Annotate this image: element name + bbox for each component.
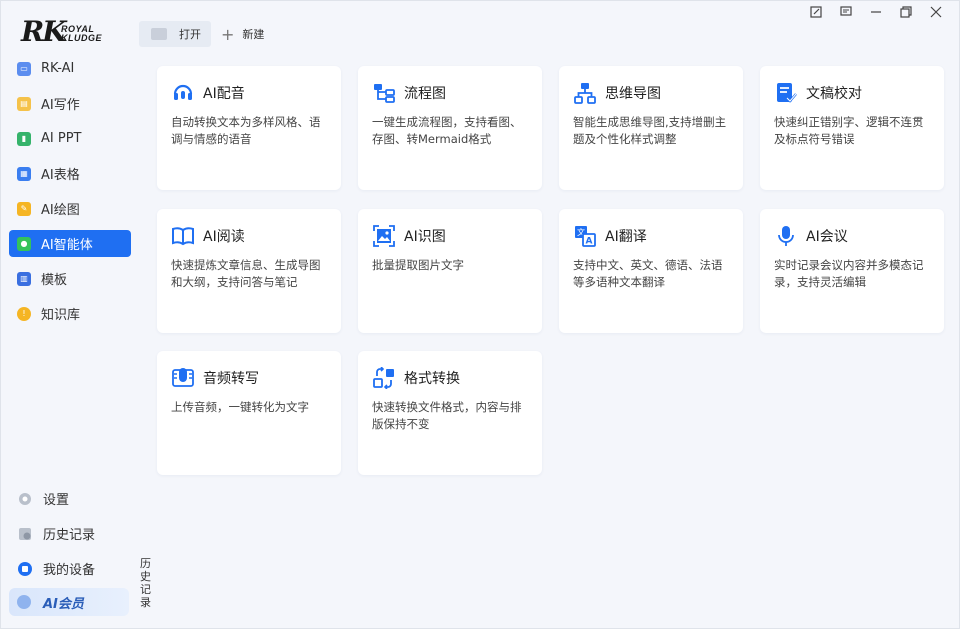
book-icon [171, 224, 195, 248]
sidebar-item-label: 历史记录 [43, 528, 96, 543]
svg-text:A: A [586, 237, 593, 247]
open-button[interactable]: 打开 [139, 21, 211, 47]
close-icon[interactable] [921, 4, 951, 20]
sidebar-nav: ▭ RK-AI ▤ AI写作 ▮ AI PPT ▦ AI表格 ✎ AI绘图 ● … [9, 55, 131, 335]
sidebar-item-label: RK-AI [41, 61, 75, 76]
sidebar-item-ai-ppt[interactable]: ▮ AI PPT [9, 125, 131, 152]
feedback-icon[interactable] [831, 4, 861, 20]
ppt-icon: ▮ [17, 131, 31, 146]
sidebar-item-label: 设置 [43, 493, 70, 508]
logo-sub2: KLUDGE [61, 33, 102, 43]
brand-logo: RK ROYAL KLUDGE [21, 15, 105, 49]
proofread-icon [774, 81, 798, 105]
rk-ai-icon: ▭ [17, 61, 31, 76]
writing-icon: ▤ [17, 96, 31, 111]
agent-icon: ● [17, 236, 31, 251]
card-desc: 智能生成思维导图,支持增删主题及个性化样式调整 [573, 115, 727, 146]
sidebar-item-my-devices[interactable]: 我的设备 [9, 555, 131, 582]
card-ai-dubbing[interactable]: AI配音 自动转换文本为多样风格、语调与情感的语音 [157, 66, 341, 190]
card-title: 音频转写 [203, 371, 259, 387]
card-desc: 一键生成流程图，支持看图、存图、转Mermaid格式 [372, 115, 522, 146]
card-desc: 实时记录会议内容并多模态记录，支持灵活编辑 [774, 258, 924, 289]
knowledge-icon: ! [17, 306, 31, 321]
card-title: AI翻译 [605, 229, 647, 245]
card-ai-meeting[interactable]: AI会议 实时记录会议内容并多模态记录，支持灵活编辑 [760, 209, 944, 333]
sidebar-item-knowledge[interactable]: ! 知识库 [9, 300, 131, 327]
sidebar-item-label: AI写作 [41, 98, 80, 113]
gear-icon [17, 491, 33, 507]
card-title: 格式转换 [404, 371, 460, 387]
card-mindmap[interactable]: 思维导图 智能生成思维导图,支持增删主题及个性化样式调整 [559, 66, 743, 190]
voice-dubbing-icon [171, 81, 195, 105]
card-flowchart[interactable]: 流程图 一键生成流程图，支持看图、存图、转Mermaid格式 [358, 66, 542, 190]
card-ai-reading[interactable]: AI阅读 快速提炼文章信息、生成导图和大纲，支持问答与笔记 [157, 209, 341, 333]
sidebar-bottom: 设置 历史记录 我的设备 [9, 485, 131, 590]
logo-sub: ROYAL KLUDGE [61, 25, 102, 43]
image-recognition-icon [372, 224, 396, 248]
card-title: AI识图 [404, 229, 446, 245]
card-desc: 上传音频，一键转化为文字 [171, 400, 309, 414]
folder-icon [151, 28, 167, 40]
card-format-convert[interactable]: 格式转换 快速转换文件格式，内容与排版保持不变 [358, 351, 542, 475]
sidebar-item-template[interactable]: ▥ 模板 [9, 265, 131, 292]
card-ai-translate[interactable]: 文A AI翻译 支持中文、英文、德语、法语等多语种文本翻译 [559, 209, 743, 333]
restore-icon[interactable] [891, 4, 921, 20]
sidebar-item-label: 知识库 [41, 308, 81, 323]
audio-transcribe-icon [171, 366, 195, 390]
card-proofread[interactable]: 文稿校对 快速纠正错别字、逻辑不连贯及标点符号错误 [760, 66, 944, 190]
new-button[interactable]: + 新建 [221, 25, 264, 44]
sidebar-item-history[interactable]: 历史记录 [9, 520, 131, 547]
card-title: 文稿校对 [806, 86, 862, 102]
sidebar-item-label: AI表格 [41, 168, 80, 183]
card-title: AI阅读 [203, 229, 245, 245]
card-desc: 自动转换文本为多样风格、语调与情感的语音 [171, 115, 321, 146]
microphone-icon [774, 224, 798, 248]
translate-icon: 文A [573, 224, 597, 248]
sidebar-item-label: AI智能体 [41, 238, 93, 253]
sidebar-item-label: AI绘图 [41, 203, 80, 218]
edit-icon[interactable] [801, 4, 831, 20]
minimize-icon[interactable] [861, 4, 891, 20]
plus-icon: + [221, 24, 235, 44]
new-label: 新建 [242, 28, 265, 41]
toolbar: 打开 + 新建 [139, 21, 264, 47]
sidebar-item-settings[interactable]: 设置 [9, 485, 131, 512]
card-title: 思维导图 [605, 86, 661, 102]
vip-button[interactable]: AI会员 [9, 588, 129, 616]
card-title: 流程图 [404, 86, 446, 102]
card-desc: 快速转换文件格式，内容与排版保持不变 [372, 400, 522, 431]
card-audio-transcribe[interactable]: 音频转写 上传音频，一键转化为文字 [157, 351, 341, 475]
card-desc: 支持中文、英文、德语、法语等多语种文本翻译 [573, 258, 723, 289]
history-vertical-tab[interactable]: 历史记录 [140, 557, 154, 609]
table-icon: ▦ [17, 166, 31, 181]
open-label: 打开 [179, 28, 201, 41]
logo-main: RK [21, 15, 67, 48]
app-window: RK ROYAL KLUDGE ▭ RK-AI ▤ AI写作 ▮ AI PPT … [0, 0, 960, 629]
template-icon: ▥ [17, 271, 31, 286]
vip-avatar-icon [17, 595, 31, 609]
flowchart-icon [372, 81, 396, 105]
sidebar: RK ROYAL KLUDGE ▭ RK-AI ▤ AI写作 ▮ AI PPT … [1, 1, 137, 629]
card-desc: 快速纠正错别字、逻辑不连贯及标点符号错误 [774, 115, 924, 146]
sidebar-item-rk-ai[interactable]: ▭ RK-AI [9, 55, 131, 82]
card-title: AI会议 [806, 229, 848, 245]
sidebar-item-label: 我的设备 [43, 563, 96, 578]
sidebar-item-ai-agent[interactable]: ● AI智能体 [9, 230, 131, 257]
window-controls [801, 4, 951, 20]
history-icon [17, 526, 33, 542]
mindmap-icon [573, 81, 597, 105]
card-desc: 批量提取图片文字 [372, 258, 464, 272]
vip-label: AI会员 [43, 596, 84, 612]
sidebar-item-label: AI PPT [41, 131, 82, 146]
format-convert-icon [372, 366, 396, 390]
paint-icon: ✎ [17, 201, 31, 216]
sidebar-item-ai-writing[interactable]: ▤ AI写作 [9, 90, 131, 117]
card-title: AI配音 [203, 86, 245, 102]
sidebar-item-ai-paint[interactable]: ✎ AI绘图 [9, 195, 131, 222]
device-icon [17, 561, 33, 577]
card-desc: 快速提炼文章信息、生成导图和大纲，支持问答与笔记 [171, 258, 321, 289]
sidebar-item-ai-table[interactable]: ▦ AI表格 [9, 160, 131, 187]
sidebar-item-label: 模板 [41, 273, 68, 288]
card-ai-image-recognition[interactable]: AI识图 批量提取图片文字 [358, 209, 542, 333]
